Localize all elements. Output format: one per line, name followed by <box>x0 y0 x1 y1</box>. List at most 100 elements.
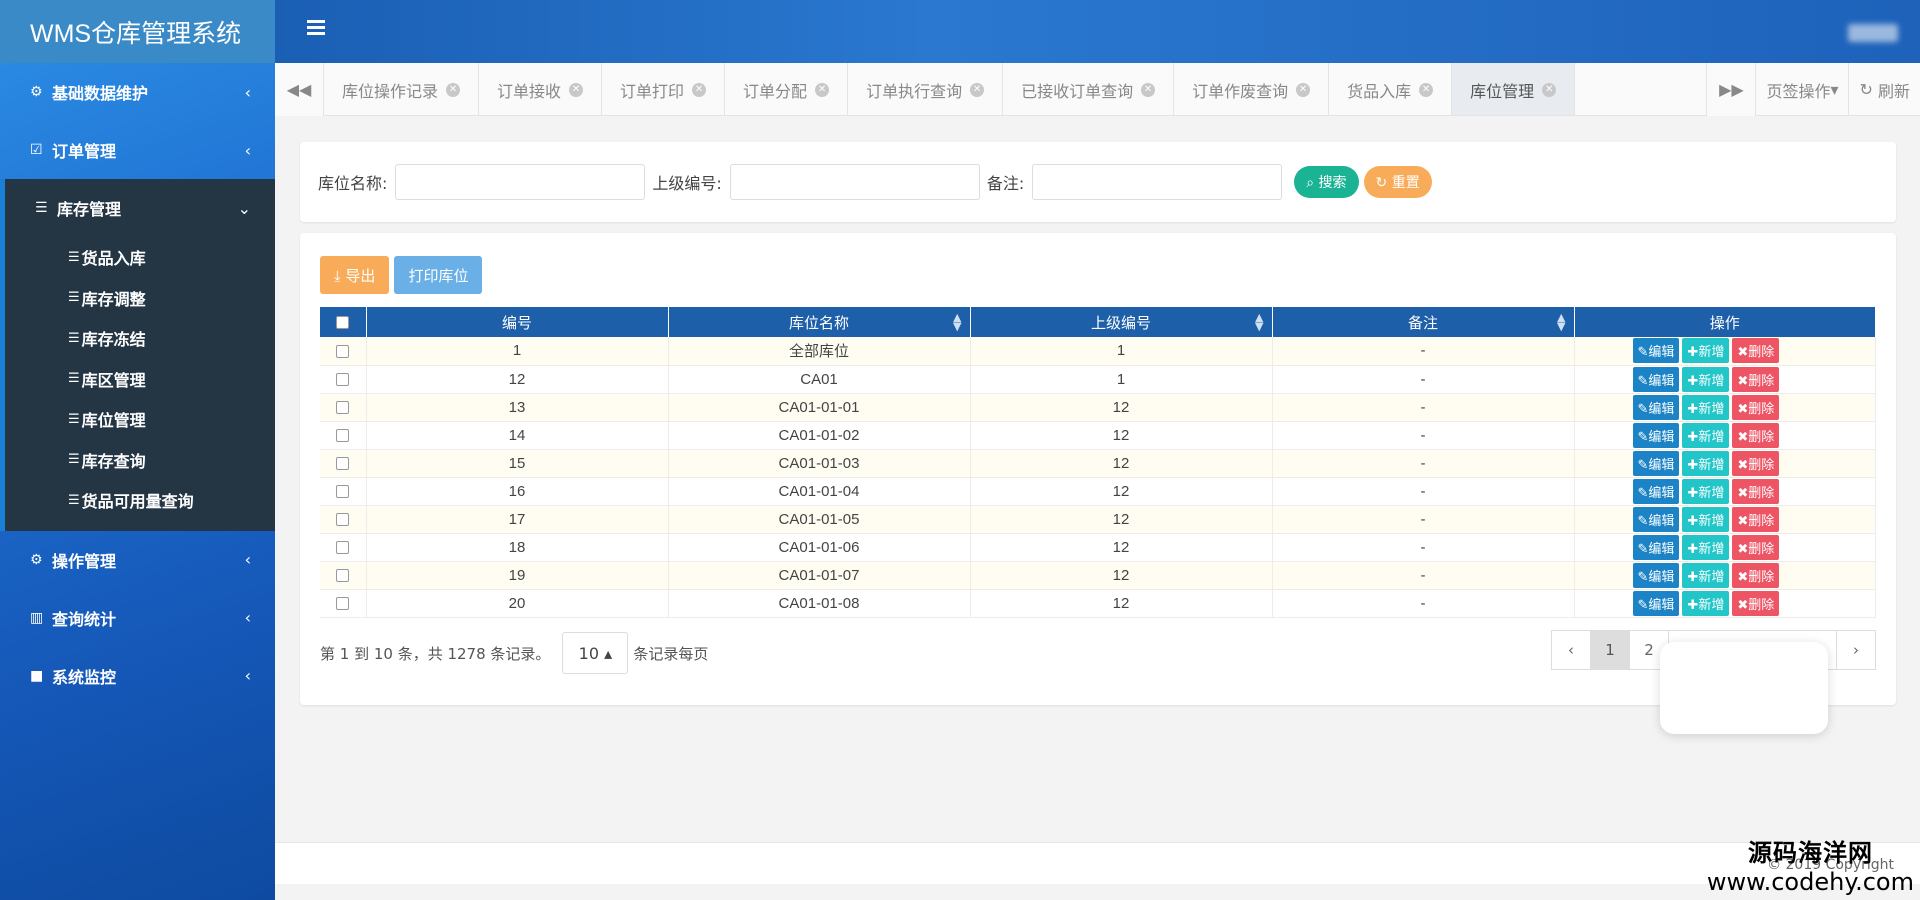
col-header-remark[interactable]: 备注 ▲ ▼ <box>1272 307 1575 337</box>
table-cell: 15 <box>366 449 669 478</box>
close-icon[interactable]: ✕ <box>446 82 461 97</box>
edit-button[interactable]: ✎编辑 <box>1632 478 1680 504</box>
prev-page-button[interactable]: ‹ <box>1551 630 1591 670</box>
tab-item[interactable]: 订单接收 ✕ <box>479 63 603 115</box>
close-icon[interactable]: ✕ <box>1296 82 1311 97</box>
print-location-button[interactable]: 打印库位 <box>394 256 483 294</box>
col-header-code[interactable]: 编号 <box>366 307 669 337</box>
edit-button[interactable]: ✎编辑 <box>1632 422 1680 448</box>
tab-item[interactable]: 已接收订单查询 ✕ <box>1003 63 1175 115</box>
delete-button[interactable]: ✖删除 <box>1732 450 1780 476</box>
row-checkbox[interactable] <box>336 541 350 555</box>
edit-button[interactable]: ✎编辑 <box>1632 506 1680 532</box>
edit-button[interactable]: ✎编辑 <box>1632 366 1680 392</box>
page-button[interactable]: 1 <box>1590 630 1630 670</box>
delete-button[interactable]: ✖删除 <box>1732 506 1780 532</box>
col-header-parent[interactable]: 上级编号 ▲ ▼ <box>970 307 1273 337</box>
reset-button[interactable]: ↻ 重置 <box>1363 166 1432 198</box>
submenu-item[interactable]: ☰ 库存查询 <box>5 440 275 481</box>
next-page-button[interactable]: › <box>1836 630 1876 670</box>
add-button[interactable]: ✚新增 <box>1682 338 1730 364</box>
edit-icon: ✎ <box>1637 569 1649 585</box>
row-checkbox[interactable] <box>336 513 350 527</box>
edit-button[interactable]: ✎编辑 <box>1632 450 1680 476</box>
close-icon[interactable]: ✕ <box>1542 82 1557 97</box>
user-avatar[interactable] <box>1848 24 1898 42</box>
delete-button[interactable]: ✖删除 <box>1732 534 1780 560</box>
sidebar-item-menus_after1[interactable]: ▥ 查询统计 ‹ <box>0 589 275 647</box>
row-checkbox[interactable] <box>336 401 350 415</box>
close-icon[interactable]: ✕ <box>1419 82 1434 97</box>
add-button[interactable]: ✚新增 <box>1682 506 1730 532</box>
submenu-item[interactable]: ☰ 库存调整 <box>5 278 275 319</box>
tab-scroll-right-icon[interactable]: ▶▶ <box>1706 63 1756 116</box>
page-size-select[interactable]: 10 ▴ <box>562 632 629 674</box>
add-button[interactable]: ✚新增 <box>1682 534 1730 560</box>
tab-item[interactable]: 订单作废查询 ✕ <box>1174 63 1330 115</box>
tab-item[interactable]: 货品入库 ✕ <box>1329 63 1453 115</box>
sidebar-item-label: 订单管理 <box>52 142 117 161</box>
add-button[interactable]: ✚新增 <box>1682 422 1730 448</box>
row-checkbox[interactable] <box>336 344 350 358</box>
close-icon[interactable]: ✕ <box>815 82 830 97</box>
search-button[interactable]: ⌕ 搜索 <box>1294 166 1359 198</box>
location-name-input[interactable] <box>395 164 646 200</box>
add-button[interactable]: ✚新增 <box>1682 478 1730 504</box>
export-button[interactable]: ⤓ 导出 <box>320 256 390 294</box>
edit-button[interactable]: ✎编辑 <box>1632 534 1680 560</box>
edit-button[interactable]: ✎编辑 <box>1632 338 1680 364</box>
close-icon[interactable]: ✕ <box>970 82 985 97</box>
refresh-button[interactable]: ↻ 刷新 <box>1848 63 1920 116</box>
select-all-checkbox[interactable] <box>336 316 350 329</box>
sidebar-item-menus0[interactable]: ⚙ 基础数据维护 ‹ <box>0 63 275 121</box>
delete-button[interactable]: ✖删除 <box>1732 562 1780 588</box>
row-checkbox[interactable] <box>336 457 350 471</box>
delete-button[interactable]: ✖删除 <box>1732 422 1780 448</box>
delete-button[interactable]: ✖删除 <box>1732 366 1780 392</box>
submenu-item[interactable]: ☰ 库区管理 <box>5 359 275 400</box>
table-row: 12 CA01 1- ✎编辑 ✚新增 ✖删除 <box>320 365 1876 394</box>
add-button[interactable]: ✚新增 <box>1682 590 1730 616</box>
row-checkbox[interactable] <box>336 373 350 387</box>
close-icon[interactable]: ✕ <box>692 82 707 97</box>
sidebar-item-label: 操作管理 <box>52 551 117 571</box>
parent-code-input[interactable] <box>729 164 980 200</box>
add-button[interactable]: ✚新增 <box>1682 366 1730 392</box>
add-button[interactable]: ✚新增 <box>1682 562 1730 588</box>
edit-button[interactable]: ✎编辑 <box>1632 562 1680 588</box>
sidebar-item-menus1[interactable]: ☑ 订单管理 ‹ <box>0 121 275 179</box>
tab-item[interactable]: 库位操作记录 ✕ <box>324 63 480 115</box>
tab-scroll-left-icon[interactable]: ◀◀ <box>275 63 324 116</box>
delete-button[interactable]: ✖删除 <box>1732 338 1780 364</box>
close-icon[interactable]: ✕ <box>569 82 584 97</box>
submenu-item[interactable]: ☰ 库存冻结 <box>5 318 275 359</box>
row-checkbox[interactable] <box>336 485 350 499</box>
add-button[interactable]: ✚新增 <box>1682 450 1730 476</box>
tab-ops-dropdown[interactable]: 页签操作 ▾ <box>1755 63 1848 116</box>
row-checkbox[interactable] <box>336 569 350 583</box>
edit-button[interactable]: ✎编辑 <box>1632 590 1680 616</box>
tab-item[interactable]: 订单执行查询 ✕ <box>848 63 1004 115</box>
remark-input[interactable] <box>1032 164 1283 200</box>
submenu-item[interactable]: ☰ 货品入库 <box>5 237 275 278</box>
col-header-name[interactable]: 库位名称 ▲ ▼ <box>668 307 971 337</box>
submenu-item[interactable]: ☰ 货品可用量查询 <box>5 480 275 521</box>
add-button[interactable]: ✚新增 <box>1682 394 1730 420</box>
table-cell: 全部库位 <box>668 337 971 366</box>
row-checkbox[interactable] <box>336 429 350 443</box>
table-row: 13 CA01-01-01 12- ✎编辑 ✚新增 ✖删除 <box>320 393 1876 422</box>
delete-button[interactable]: ✖删除 <box>1732 478 1780 504</box>
sidebar-item-menus_after0[interactable]: ⚙ 操作管理 ‹ <box>0 531 275 589</box>
close-icon[interactable]: ✕ <box>1141 82 1156 97</box>
row-checkbox[interactable] <box>336 597 350 611</box>
delete-button[interactable]: ✖删除 <box>1732 394 1780 420</box>
delete-button[interactable]: ✖删除 <box>1732 590 1780 616</box>
sidebar-item-inventory[interactable]: ☰ 库存管理 ⌄ <box>5 179 275 237</box>
sidebar-item-menus_after2[interactable]: ■ 系统监控 ‹ <box>0 647 275 705</box>
tab-item[interactable]: 库位管理 ✕ <box>1452 63 1576 115</box>
menu-toggle-icon[interactable] <box>307 20 325 36</box>
tab-item[interactable]: 订单分配 ✕ <box>725 63 849 115</box>
tab-item[interactable]: 订单打印 ✕ <box>602 63 726 115</box>
edit-button[interactable]: ✎编辑 <box>1632 394 1680 420</box>
submenu-item[interactable]: ☰ 库位管理 <box>5 399 275 440</box>
